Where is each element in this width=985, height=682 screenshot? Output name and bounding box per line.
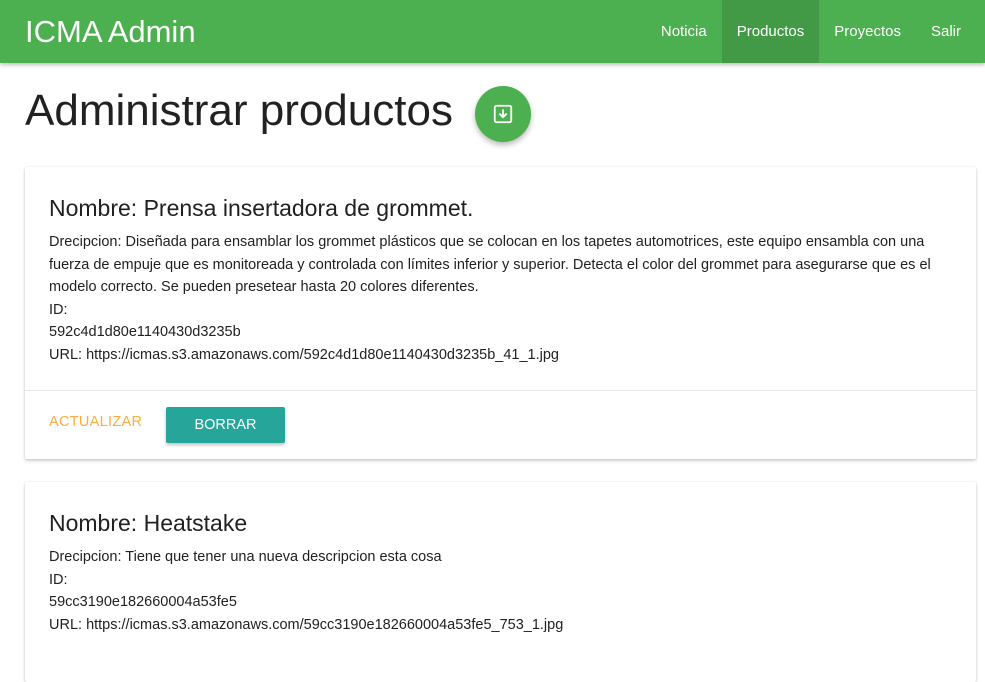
card-actions: Actualizar Borrar: [25, 390, 976, 460]
page-title: Administrar productos: [25, 86, 453, 135]
card-content: Nombre: Prensa insertadora de grommet. D…: [25, 167, 976, 366]
nav-item-productos[interactable]: Productos: [721, 0, 820, 63]
product-id: 592c4d1d80e1140430d3235b: [49, 324, 241, 340]
top-navbar: ICMA Admin Noticia Productos Proyectos S…: [0, 0, 985, 63]
product-description: Drecipcion: Tiene que tener una nueva de…: [49, 549, 442, 565]
download-icon: [493, 104, 513, 124]
download-button[interactable]: [475, 86, 531, 142]
product-description: Drecipcion: Diseñada para ensamblar los …: [49, 234, 931, 295]
nav-links: Noticia Productos Proyectos Salir: [646, 0, 976, 63]
product-url: URL: https://icmas.s3.amazonaws.com/592c…: [49, 346, 559, 363]
product-name: Nombre: Heatstake: [49, 510, 248, 536]
product-card: Nombre: Prensa insertadora de grommet. D…: [25, 167, 976, 459]
product-details: Drecipcion: Diseñada para ensamblar los …: [49, 231, 952, 366]
update-button[interactable]: Actualizar: [49, 414, 142, 430]
delete-button[interactable]: Borrar: [166, 407, 285, 443]
nav-item-noticia[interactable]: Noticia: [646, 0, 722, 63]
product-url: URL: https://icmas.s3.amazonaws.com/59cc…: [49, 616, 564, 633]
product-name: Nombre: Prensa insertadora de grommet.: [49, 195, 474, 221]
nav-item-proyectos[interactable]: Proyectos: [819, 0, 916, 63]
product-details: Drecipcion: Tiene que tener una nueva de…: [49, 546, 952, 636]
brand-logo[interactable]: ICMA Admin: [25, 14, 196, 50]
product-id-label: ID:: [49, 301, 68, 318]
product-id: 59cc3190e182660004a53fe5: [49, 594, 237, 610]
nav-item-salir[interactable]: Salir: [916, 0, 976, 63]
product-id-label: ID:: [49, 571, 68, 588]
product-card: Nombre: Heatstake Drecipcion: Tiene que …: [25, 482, 976, 682]
card-content: Nombre: Heatstake Drecipcion: Tiene que …: [25, 482, 976, 636]
